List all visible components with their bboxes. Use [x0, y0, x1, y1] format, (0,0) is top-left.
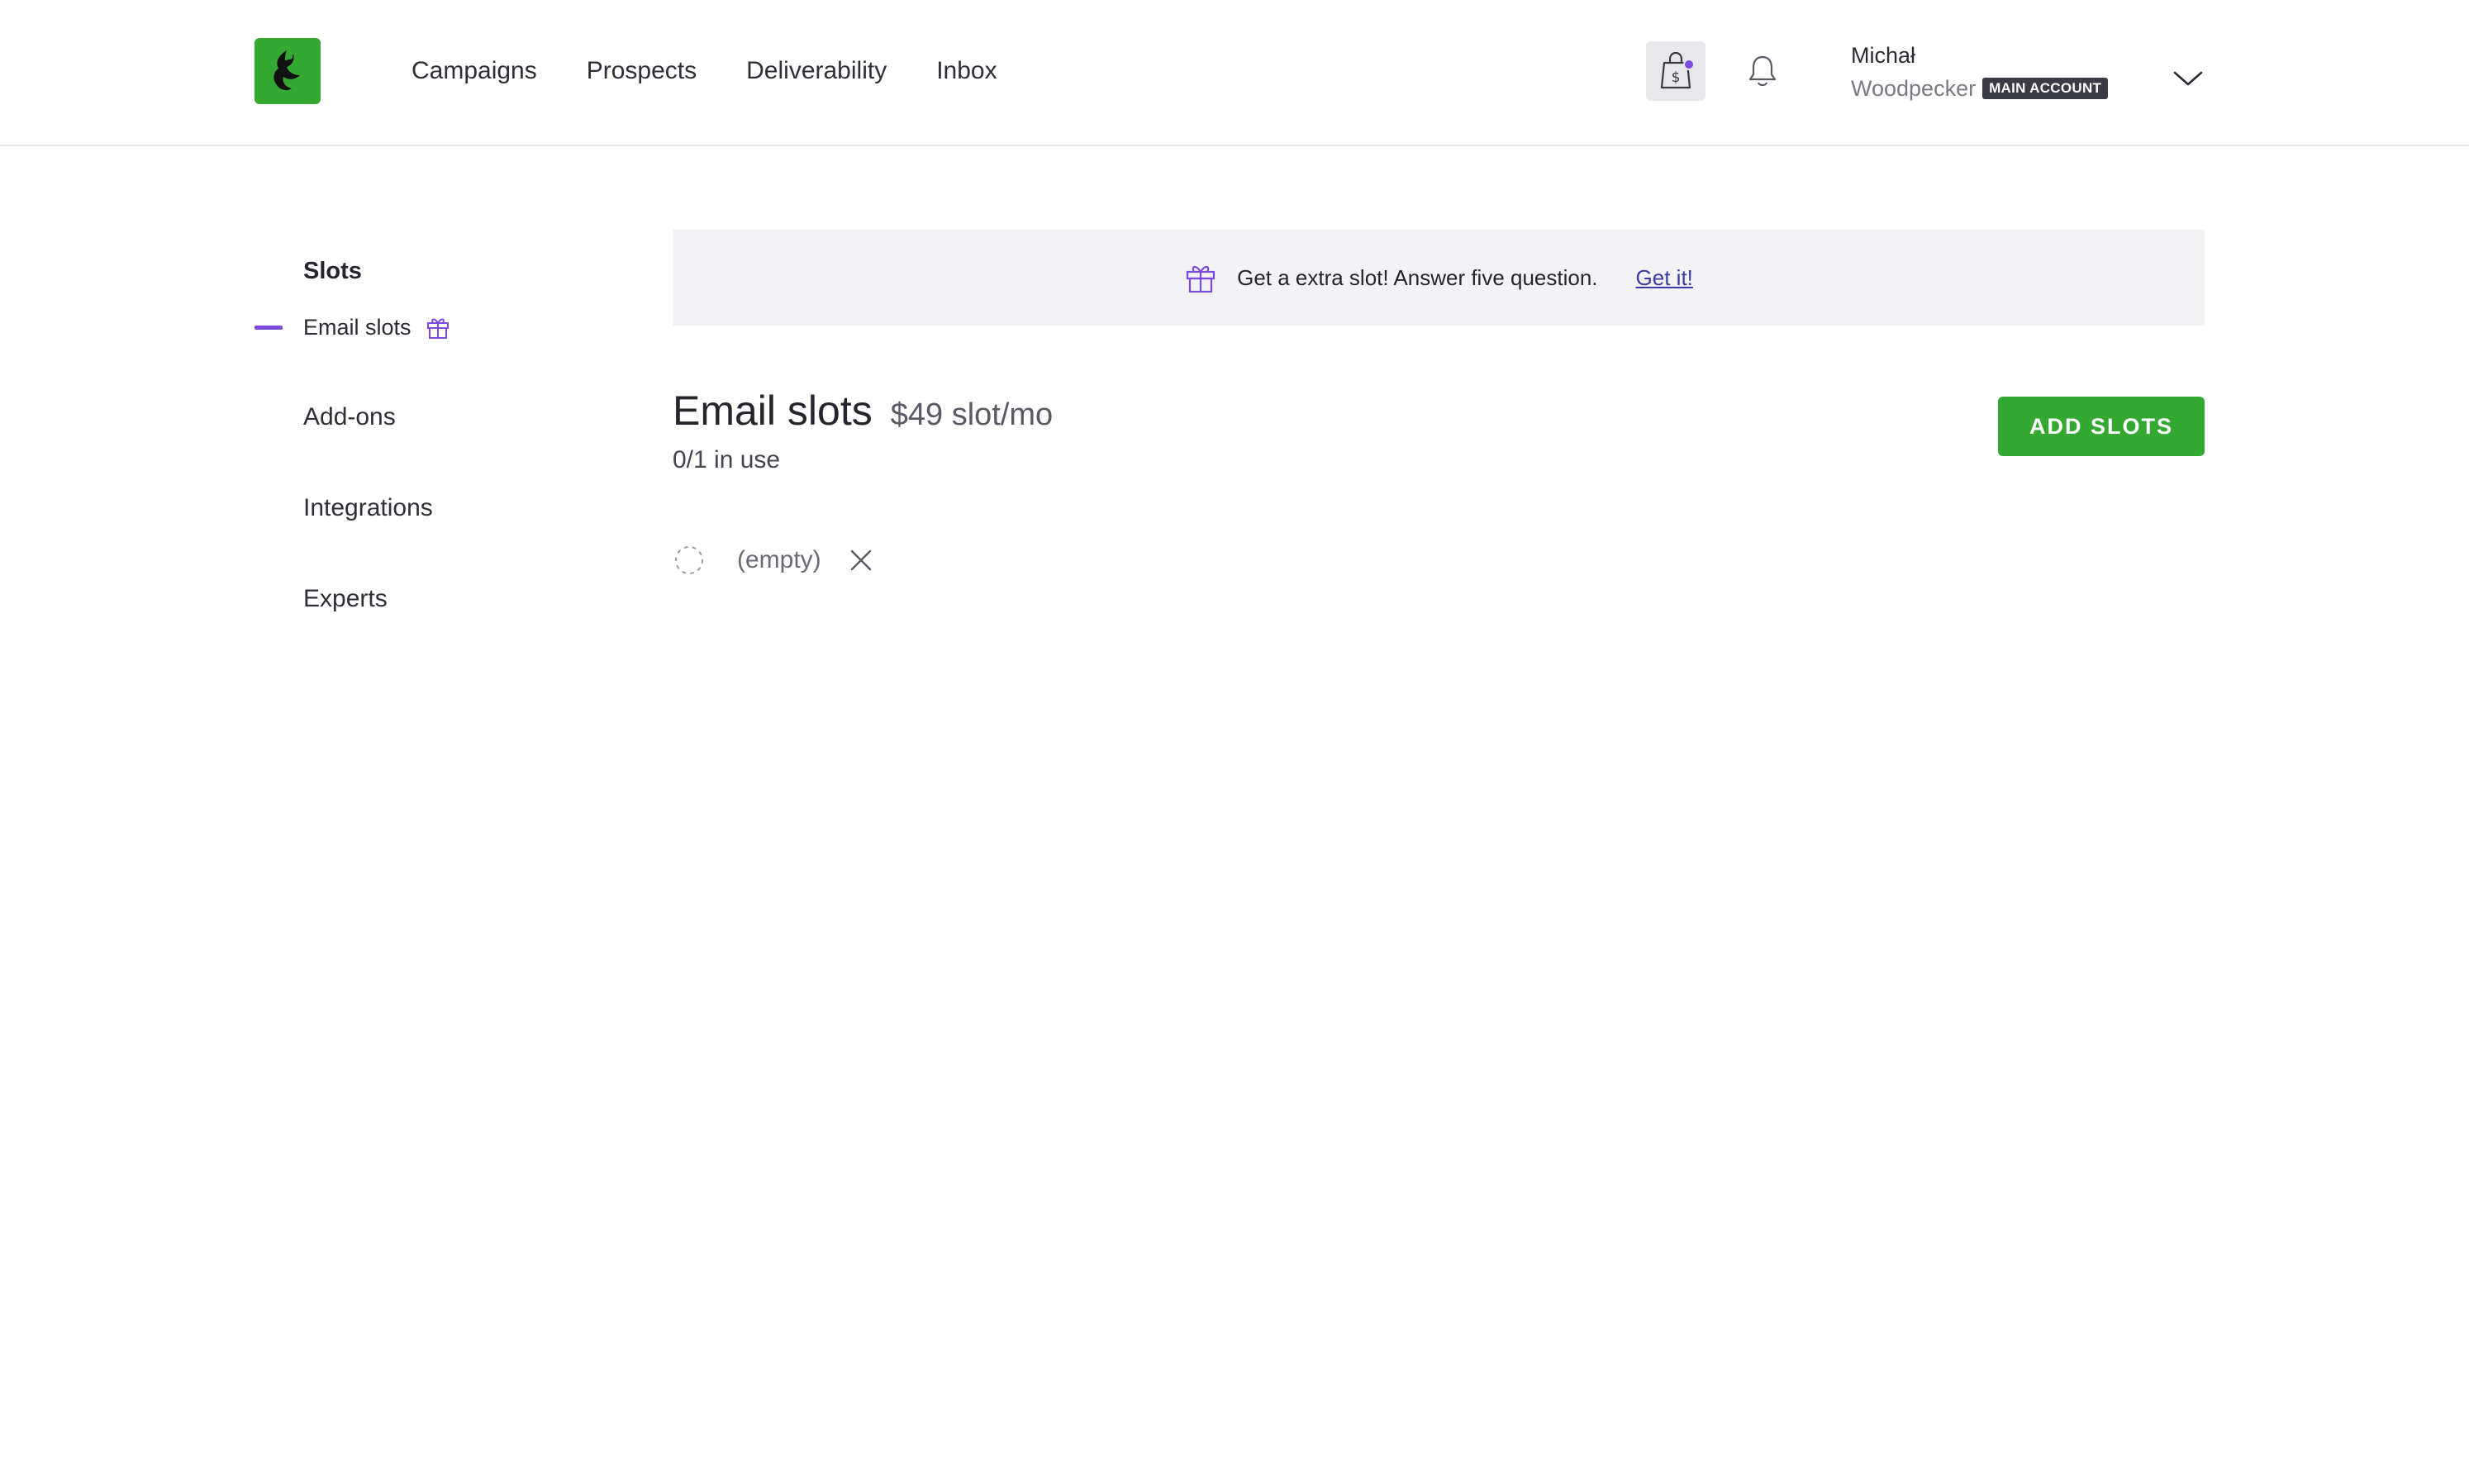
- nav-campaigns[interactable]: Campaigns: [412, 53, 537, 89]
- loading-spinner-icon: [675, 546, 703, 574]
- user-first-name: Michał: [1851, 43, 1916, 68]
- chevron-down-icon[interactable]: [2172, 66, 2205, 91]
- sidebar-heading-slots[interactable]: Slots: [303, 258, 362, 285]
- slot-price: $49 slot/mo: [890, 397, 1054, 432]
- promo-get-it-link[interactable]: Get it!: [1636, 265, 1693, 291]
- slot-usage: 0/1 in use: [673, 446, 781, 473]
- gift-icon: [1186, 265, 1215, 293]
- add-slots-button[interactable]: ADD SLOTS: [1998, 397, 2205, 456]
- user-account[interactable]: Michał Woodpecker MAIN ACCOUNT: [1851, 41, 2109, 102]
- sidebar-item-experts[interactable]: Experts: [303, 585, 388, 613]
- page-title: Email slots: [673, 388, 873, 434]
- slot-label: (empty): [737, 546, 821, 573]
- top-bar: Campaigns Prospects Deliverability Inbox…: [0, 0, 2469, 146]
- sidebar-item-integrations[interactable]: Integrations: [303, 494, 433, 522]
- section-header: Email slots $49 slot/mo: [673, 387, 1053, 435]
- nav-deliverability[interactable]: Deliverability: [746, 53, 887, 89]
- nav-inbox[interactable]: Inbox: [936, 53, 997, 89]
- account-badge: MAIN ACCOUNT: [1982, 78, 2109, 99]
- sidebar-item-email-slots[interactable]: Email slots: [255, 314, 451, 340]
- sidebar-item-label: Email slots: [303, 314, 412, 340]
- svg-text:$: $: [1672, 69, 1681, 86]
- promo-text: Get a extra slot! Answer five question.: [1237, 264, 1598, 290]
- main-nav: Campaigns Prospects Deliverability Inbox: [412, 53, 1047, 89]
- bell-icon: [1748, 55, 1777, 87]
- close-icon[interactable]: [848, 547, 874, 573]
- shop-button[interactable]: $: [1646, 41, 1705, 101]
- nav-prospects[interactable]: Prospects: [587, 53, 697, 89]
- active-indicator: [255, 325, 283, 330]
- woodpecker-logo-icon[interactable]: [255, 38, 321, 104]
- notifications-button[interactable]: [1742, 50, 1783, 93]
- shopping-bag-dollar-icon: $: [1660, 51, 1695, 89]
- list-item: (empty): [673, 544, 874, 577]
- promo-banner: Get a extra slot! Answer five question. …: [673, 230, 2205, 326]
- user-last-name: Woodpecker: [1851, 76, 1977, 101]
- gift-icon: [426, 318, 449, 339]
- sidebar-item-add-ons[interactable]: Add-ons: [303, 403, 396, 431]
